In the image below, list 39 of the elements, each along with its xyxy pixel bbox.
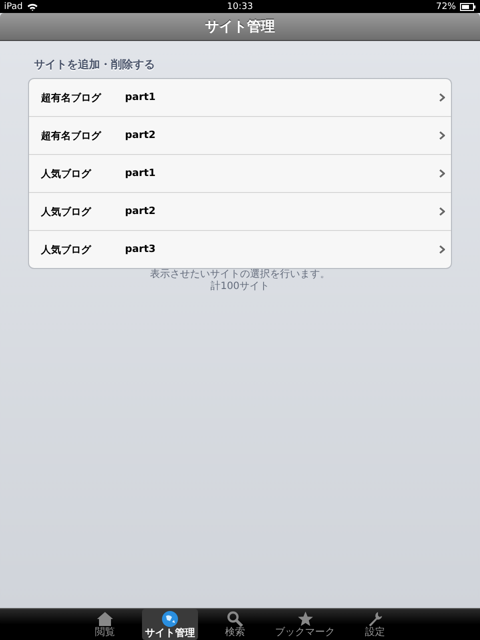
list-row[interactable]: 人気ブログ part1	[29, 154, 451, 192]
list-row[interactable]: 超有名ブログ part2	[29, 116, 451, 154]
house-icon	[96, 611, 114, 627]
search-icon	[227, 611, 243, 627]
section-header: サイトを追加・削除する	[34, 57, 156, 72]
site-part: part2	[125, 130, 157, 141]
site-name: 人気ブログ	[41, 244, 92, 256]
tab-item[interactable]: 閲覧	[78, 609, 132, 640]
footer-text: 計100サイト	[209, 281, 271, 293]
wrench-icon	[368, 611, 382, 627]
battery-percent: 72%	[436, 2, 456, 12]
clock-time: 10:33	[227, 2, 253, 12]
list-row[interactable]: 人気ブログ part3	[29, 230, 451, 268]
site-part: part1	[125, 168, 157, 179]
tab-item[interactable]: 設定	[348, 609, 402, 640]
battery-icon	[460, 2, 476, 10]
site-part: part1	[125, 92, 157, 103]
chevron-icon	[439, 245, 445, 254]
tab-item[interactable]: ブックマーク	[272, 609, 338, 640]
site-name: 超有名ブログ	[41, 130, 102, 142]
site-name: 超有名ブログ	[41, 92, 102, 104]
footer-text: 表示させたいサイトの選択を行います。	[149, 269, 331, 280]
chevron-icon	[439, 169, 445, 178]
star-icon	[296, 611, 314, 627]
nav-title: サイト管理	[205, 18, 275, 36]
site-name: 人気ブログ	[41, 206, 92, 218]
wifi-icon	[26, 2, 38, 10]
chevron-icon	[439, 93, 445, 102]
list-row[interactable]: 人気ブログ part2	[29, 192, 451, 230]
device-name: iPad	[4, 2, 23, 12]
site-part: part3	[125, 244, 157, 255]
list-row[interactable]: 超有名ブログ part1	[29, 79, 451, 116]
chevron-icon	[439, 207, 445, 216]
tab-item[interactable]: サイト管理	[142, 609, 198, 640]
globe-icon	[161, 610, 179, 628]
chevron-icon	[439, 131, 445, 140]
tab-item[interactable]: 検索	[208, 609, 262, 640]
site-name: 人気ブログ	[41, 168, 92, 180]
site-part: part2	[125, 206, 157, 217]
